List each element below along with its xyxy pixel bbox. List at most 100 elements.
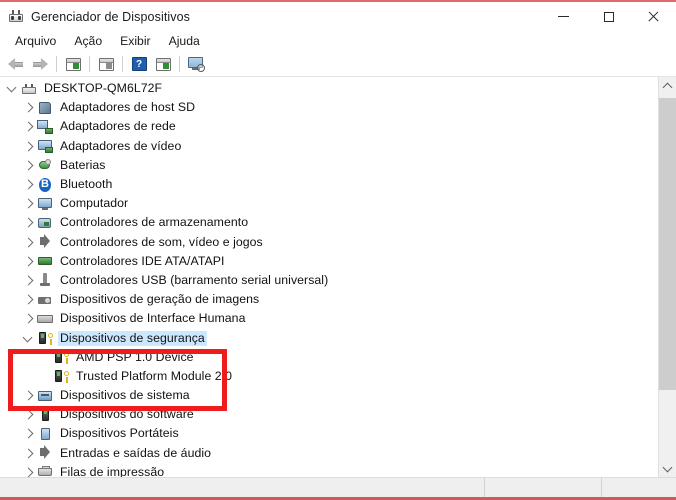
- status-segment-1: [0, 478, 485, 497]
- maximize-button[interactable]: [586, 2, 631, 31]
- device-tree[interactable]: DESKTOP-QM6L72F Adaptadores de host SD Ada…: [0, 77, 658, 477]
- chevron-right-icon[interactable]: [22, 255, 35, 268]
- menu-exibir[interactable]: Exibir: [111, 32, 159, 51]
- security-device-icon: [53, 368, 69, 384]
- tree-item-label: Dispositivos Portáteis: [60, 426, 179, 441]
- minimize-button[interactable]: [541, 2, 586, 31]
- chevron-right-icon[interactable]: [22, 216, 35, 229]
- tree-item-label: Controladores de som, vídeo e jogos: [60, 234, 263, 249]
- title-bar: Gerenciador de Dispositivos: [0, 2, 676, 31]
- chevron-right-icon[interactable]: [22, 447, 35, 460]
- vertical-scrollbar[interactable]: [658, 77, 676, 477]
- chevron-right-icon[interactable]: [22, 408, 35, 421]
- properties-icon: [98, 57, 114, 71]
- tree-row-root[interactable]: DESKTOP-QM6L72F: [0, 79, 658, 98]
- tree-item-label: Dispositivos de sistema: [60, 388, 190, 403]
- tree-row[interactable]: AMD PSP 1.0 Device: [0, 348, 658, 367]
- system-device-icon: [37, 388, 53, 404]
- device-manager-window: Gerenciador de Dispositivos Arquivo Ação…: [0, 0, 676, 500]
- chevron-down-icon[interactable]: [6, 82, 19, 95]
- menu-bar: Arquivo Ação Exibir Ajuda: [0, 31, 676, 52]
- scan-hardware-changes-icon: [187, 57, 205, 72]
- chevron-right-icon[interactable]: [22, 312, 35, 325]
- computer-root-icon: [21, 81, 37, 97]
- tree-item-label: Baterias: [60, 157, 106, 172]
- tree-item-label: Dispositivos de geração de imagens: [60, 292, 260, 307]
- tree-row[interactable]: Baterias: [0, 156, 658, 175]
- menu-ajuda[interactable]: Ajuda: [160, 32, 209, 51]
- chevron-right-icon[interactable]: [22, 140, 35, 153]
- tree-row[interactable]: Dispositivos de segurança: [0, 328, 658, 347]
- tree-row[interactable]: Dispositivos do software: [0, 405, 658, 424]
- portable-device-icon: [37, 426, 53, 442]
- content-area: DESKTOP-QM6L72F Adaptadores de host SD Ada…: [0, 77, 676, 477]
- scrollbar-thumb[interactable]: [659, 97, 676, 391]
- tree-row[interactable]: Trusted Platform Module 2.0: [0, 367, 658, 386]
- window-controls: [541, 2, 676, 31]
- close-button[interactable]: [631, 2, 676, 31]
- tree-row[interactable]: Dispositivos de Interface Humana: [0, 309, 658, 328]
- tree-row[interactable]: Dispositivos de sistema: [0, 386, 658, 405]
- software-device-icon: [37, 407, 53, 423]
- tree-item-label: Controladores IDE ATA/ATAPI: [60, 253, 225, 268]
- security-device-icon: [53, 349, 69, 365]
- tree-row[interactable]: Dispositivos de geração de imagens: [0, 290, 658, 309]
- chevron-right-icon[interactable]: [22, 101, 35, 114]
- tree-row[interactable]: Entradas e saídas de áudio: [0, 444, 658, 463]
- close-icon: [648, 11, 659, 22]
- network-adapter-icon: [37, 119, 53, 135]
- menu-arquivo[interactable]: Arquivo: [6, 32, 65, 51]
- scroll-down-arrow[interactable]: [659, 460, 676, 477]
- toolbar-separator-2: [89, 56, 90, 72]
- chevron-right-icon[interactable]: [22, 274, 35, 287]
- tree-row[interactable]: Adaptadores de vídeo: [0, 137, 658, 156]
- scrollbar-track[interactable]: [659, 94, 676, 460]
- properties-button[interactable]: [94, 53, 118, 75]
- toolbar-separator-4: [179, 56, 180, 72]
- chevron-right-icon[interactable]: [22, 389, 35, 402]
- tree-row[interactable]: Computador: [0, 194, 658, 213]
- help-button[interactable]: ?: [127, 53, 151, 75]
- tree-row[interactable]: Adaptadores de host SD: [0, 98, 658, 117]
- update-driver-button[interactable]: [151, 53, 175, 75]
- tree-item-label: Dispositivos de Interface Humana: [60, 311, 246, 326]
- chevron-right-icon[interactable]: [22, 236, 35, 249]
- minimize-icon: [558, 16, 569, 17]
- status-bar: [0, 477, 676, 497]
- chevron-right-icon[interactable]: [22, 197, 35, 210]
- scan-hardware-changes-button[interactable]: [184, 53, 208, 75]
- chevron-down-icon[interactable]: [22, 332, 35, 345]
- computer-icon: [37, 196, 53, 212]
- chevron-right-icon[interactable]: [22, 159, 35, 172]
- sd-host-icon: [37, 100, 53, 116]
- audio-io-icon: [37, 445, 53, 461]
- show-hide-console-tree-button[interactable]: [61, 53, 85, 75]
- tree-row[interactable]: Adaptadores de rede: [0, 117, 658, 136]
- tree-row[interactable]: B Bluetooth: [0, 175, 658, 194]
- menu-acao[interactable]: Ação: [65, 32, 111, 51]
- tree-item-label: Entradas e saídas de áudio: [60, 445, 212, 460]
- chevron-right-icon[interactable]: [22, 293, 35, 306]
- chevron-right-icon[interactable]: [22, 466, 35, 477]
- tree-row[interactable]: Filas de impressão: [0, 463, 658, 477]
- status-segment-3: [602, 478, 676, 497]
- back-button[interactable]: [4, 53, 28, 75]
- security-device-icon: [37, 330, 53, 346]
- scroll-up-arrow[interactable]: [659, 77, 676, 94]
- forward-button[interactable]: [28, 53, 52, 75]
- tree-row[interactable]: Dispositivos Portáteis: [0, 424, 658, 443]
- tree-row[interactable]: Controladores de armazenamento: [0, 213, 658, 232]
- tree-row[interactable]: Controladores de som, vídeo e jogos: [0, 233, 658, 252]
- tree-item-label: Bluetooth: [60, 177, 113, 192]
- maximize-icon: [603, 11, 614, 22]
- tree-item-label: Adaptadores de vídeo: [60, 138, 182, 153]
- show-hide-console-tree-icon: [65, 57, 81, 71]
- chevron-right-icon[interactable]: [22, 178, 35, 191]
- chevron-right-icon[interactable]: [22, 427, 35, 440]
- sound-controller-icon: [37, 234, 53, 250]
- tree-row[interactable]: Controladores USB (barramento serial uni…: [0, 271, 658, 290]
- toolbar: ?: [0, 52, 676, 77]
- chevron-right-icon[interactable]: [22, 120, 35, 133]
- hid-device-icon: [37, 311, 53, 327]
- tree-row[interactable]: Controladores IDE ATA/ATAPI: [0, 252, 658, 271]
